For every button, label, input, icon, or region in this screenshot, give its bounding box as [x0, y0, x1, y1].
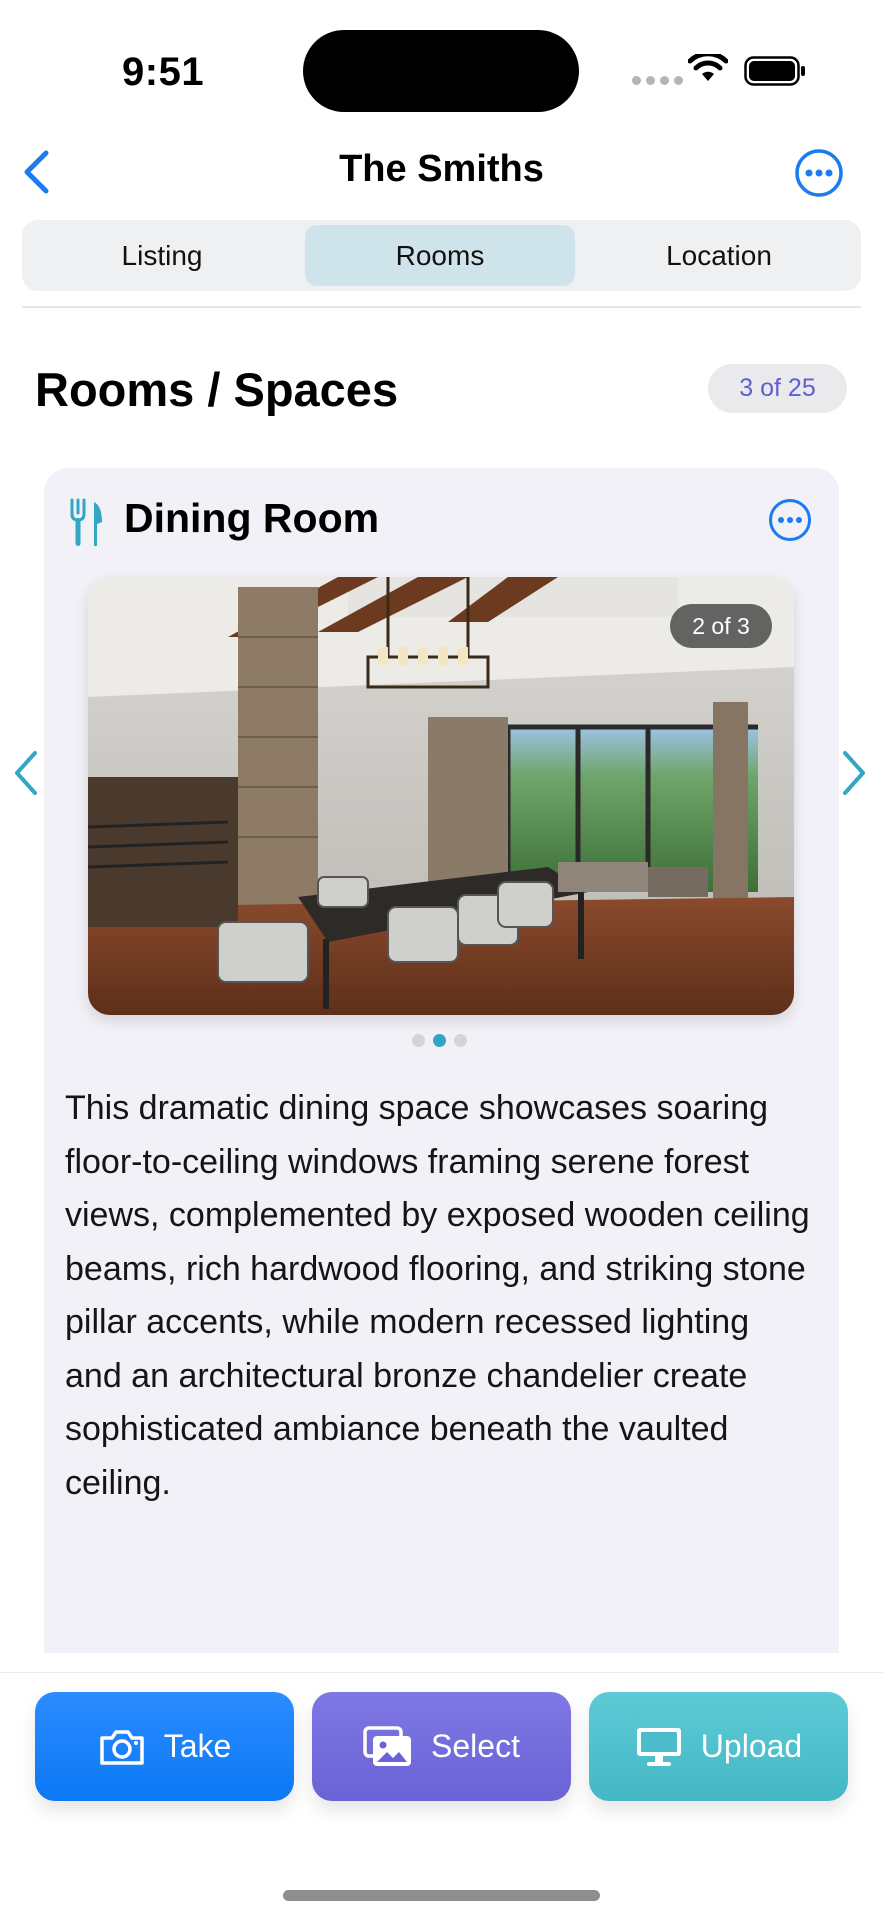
previous-room-button[interactable] — [10, 748, 40, 798]
room-title: Dining Room — [124, 495, 380, 541]
dynamic-island — [303, 30, 579, 112]
home-indicator[interactable] — [283, 1890, 600, 1901]
battery-icon — [744, 56, 805, 86]
bottom-divider — [0, 1672, 883, 1673]
photo-stack-icon — [363, 1725, 412, 1766]
room-count-badge: 3 of 25 — [708, 364, 847, 413]
take-photo-button[interactable]: Take — [35, 1692, 294, 1801]
page-dot[interactable] — [412, 1034, 425, 1047]
tab-location[interactable]: Location — [584, 225, 854, 286]
photo-counter-badge: 2 of 3 — [670, 604, 772, 648]
page-dot[interactable] — [454, 1034, 467, 1047]
more-options-button[interactable] — [794, 148, 844, 198]
monitor-icon — [636, 1727, 681, 1766]
room-description: This dramatic dining space showcases soa… — [65, 1089, 810, 1502]
page-dot-active[interactable] — [433, 1034, 446, 1047]
fork-knife-icon — [70, 498, 102, 546]
page-title: The Smiths — [339, 148, 544, 190]
take-label: Take — [163, 1728, 232, 1764]
room-options-button[interactable] — [768, 498, 812, 542]
divider — [22, 306, 861, 308]
upload-label: Upload — [700, 1728, 803, 1764]
tab-listing[interactable]: Listing — [28, 225, 296, 286]
select-label: Select — [431, 1728, 520, 1764]
camera-icon — [99, 1729, 144, 1765]
section-title: Rooms / Spaces — [35, 363, 399, 416]
tab-rooms[interactable]: Rooms — [305, 225, 575, 286]
tab-segmented-control: Listing Rooms Location — [22, 220, 861, 291]
next-room-button[interactable] — [840, 748, 870, 798]
cellular-signal-icon — [632, 76, 683, 85]
upload-button[interactable]: Upload — [589, 1692, 848, 1801]
select-photo-button[interactable]: Select — [312, 1692, 571, 1801]
wifi-icon — [688, 54, 728, 81]
status-time: 9:51 — [122, 50, 205, 94]
page-indicator[interactable] — [412, 1034, 467, 1047]
